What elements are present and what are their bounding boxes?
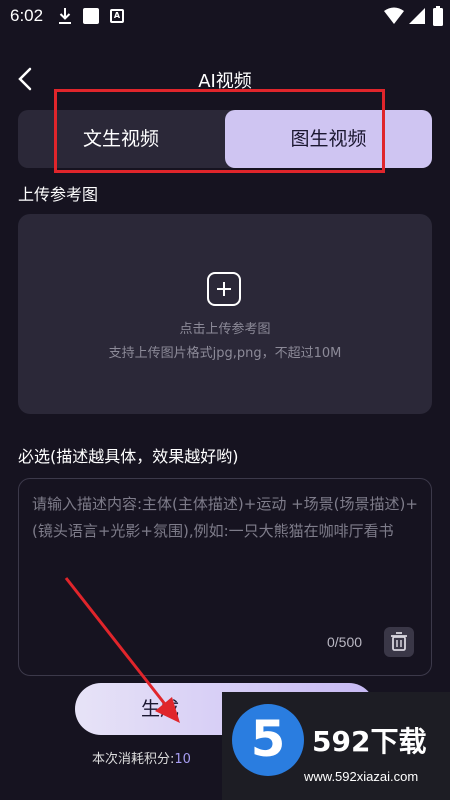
tab-image-to-video[interactable]: 图生视频 [225,110,432,168]
upload-hint-format: 支持上传图片格式jpg,png，不超过10M [108,346,342,361]
points-value: 10 [174,752,191,767]
app-notification-icon: A [110,9,124,23]
prompt-placeholder: 请输入描述内容:主体(主体描述)+运动 +场景(场景描述)+(镜头语言+光影+氛… [32,495,418,540]
battery-icon [433,6,443,26]
mode-tabs: 文生视频 图生视频 [18,110,432,168]
prompt-input[interactable]: 请输入描述内容:主体(主体描述)+运动 +场景(场景描述)+(镜头语言+光影+氛… [18,478,432,676]
upload-section-label: 上传参考图 [18,185,99,204]
page-title: AI视频 [198,71,252,92]
watermark-brand: 592下载 [312,725,427,758]
points-cost: 本次消耗积分:10 [92,748,191,767]
watermark-url: www.592xiazai.com [304,769,419,784]
upload-hint-title: 点击上传参考图 [179,322,271,337]
status-bar: 6:02 A [0,0,450,34]
signal-icon [409,8,425,24]
points-label: 本次消耗积分: [92,752,175,767]
watermark-logo-digit: 5 [250,710,286,768]
char-count: 0/500 [327,634,363,650]
watermark-logo: 5 [232,704,304,776]
upload-reference-image-area[interactable]: 点击上传参考图 支持上传图片格式jpg,png，不超过10M [18,214,432,414]
prompt-section-label: 必选(描述越具体，效果越好哟) [18,447,239,466]
clear-button[interactable] [384,627,414,657]
status-time: 6:02 [10,6,44,25]
watermark: 5 592下载 www.592xiazai.com [222,692,450,800]
notification-icon [83,8,99,24]
tab-text-to-video[interactable]: 文生视频 [18,110,224,168]
download-icon [59,8,71,24]
trash-icon [391,632,407,651]
plus-icon[interactable] [207,272,241,306]
wifi-icon [384,7,404,24]
